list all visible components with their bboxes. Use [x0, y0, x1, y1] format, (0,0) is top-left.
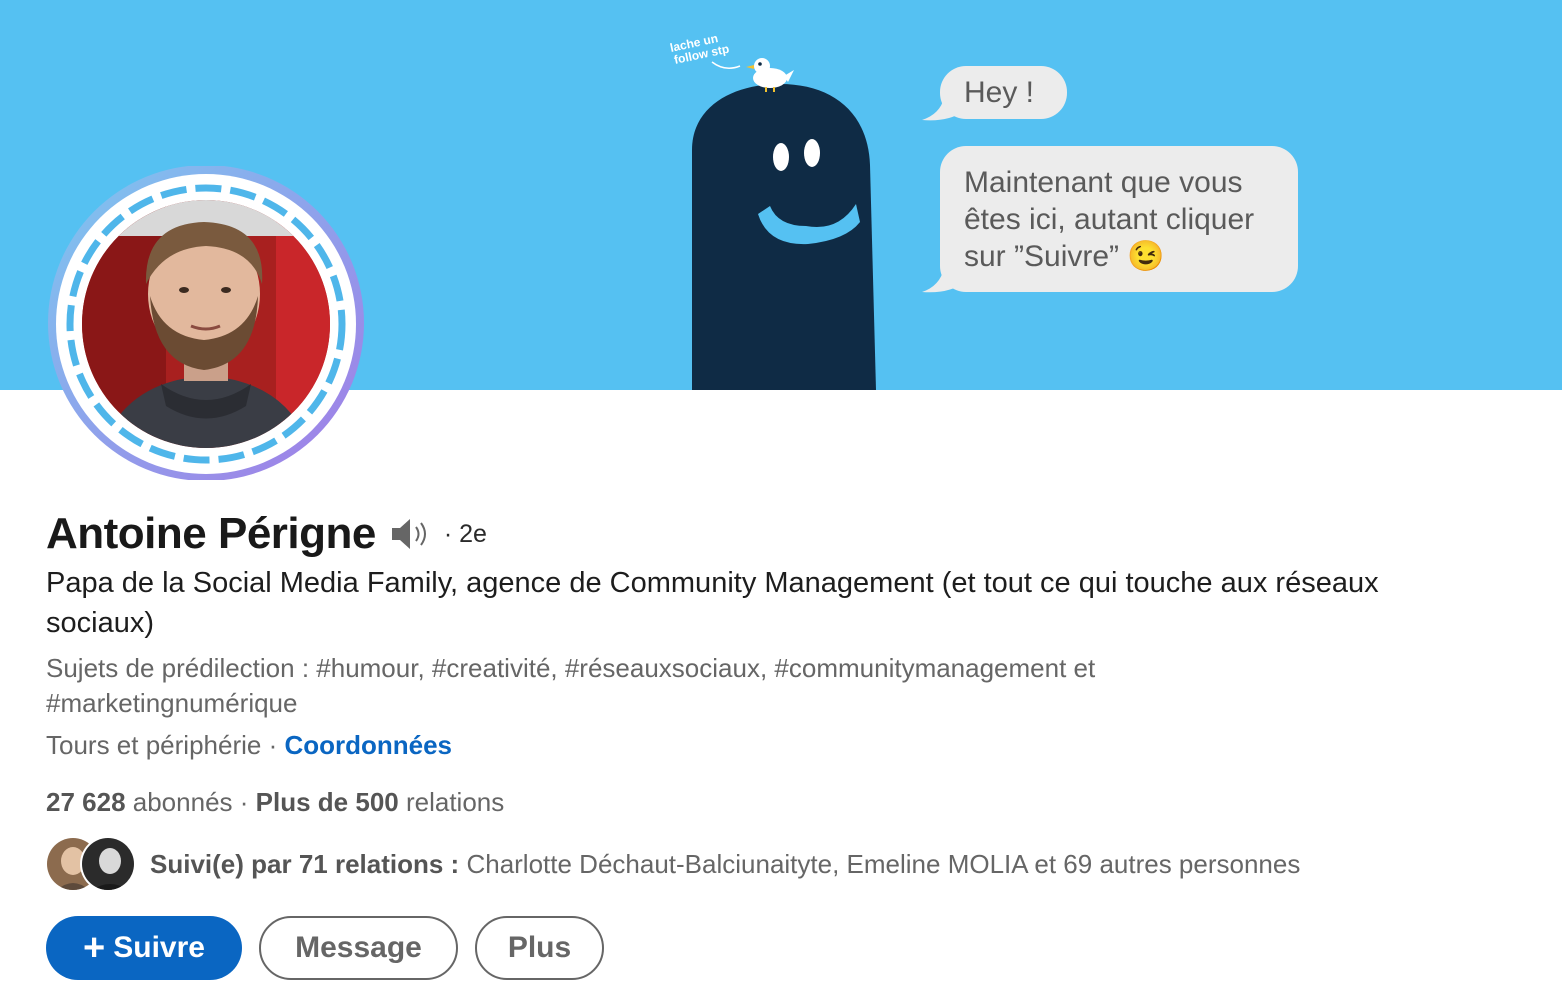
contact-info-link[interactable]: Coordonnées — [284, 730, 452, 760]
stats-separator: · — [239, 787, 256, 817]
follow-button-label: Suivre — [113, 931, 205, 964]
message-button[interactable]: Message — [259, 916, 458, 980]
mutual-avatars[interactable] — [46, 835, 136, 893]
followed-by-count: Suivi(e) par 71 relations : — [150, 848, 460, 879]
name-row: Antoine Périgne · 2e — [46, 505, 1526, 563]
follow-button[interactable]: + Suivre — [46, 916, 242, 980]
stats-row: 27 628 abonnés · Plus de 500 relations — [46, 787, 504, 818]
followers-label: abonnés — [132, 787, 233, 817]
location-row: Tours et périphérie · Coordonnées — [46, 730, 452, 761]
bird-speech-curl — [711, 61, 741, 69]
character-eye-left — [773, 143, 789, 171]
profile-actions: + Suivre Message Plus — [46, 916, 604, 980]
location-text: Tours et périphérie — [46, 730, 262, 760]
followers-count: 27 628 — [46, 787, 126, 817]
profile-avatar[interactable] — [46, 165, 366, 481]
connections-label[interactable]: relations — [406, 787, 504, 817]
speaker-icon[interactable] — [390, 516, 434, 552]
connections-count[interactable]: Plus de 500 — [256, 787, 399, 817]
plus-icon: + — [83, 927, 106, 969]
followed-by-row[interactable]: Suivi(e) par 71 relations : Charlotte Dé… — [46, 834, 1300, 894]
profile-header: Antoine Périgne · 2e — [46, 505, 1526, 563]
profile-headline: Papa de la Social Media Family, agence d… — [46, 567, 1379, 639]
more-button[interactable]: Plus — [475, 916, 604, 980]
speech-bubble-hey: Hey ! — [940, 66, 1067, 119]
avatar-image — [48, 165, 364, 481]
bubble-main-line3: sur ”Suivre” 😉 — [964, 240, 1165, 273]
location-separator: · — [261, 730, 285, 760]
bubble-main-line2: êtes ici, autant cliquer — [964, 203, 1255, 236]
profile-topics: Sujets de prédilection : #humour, #creat… — [46, 653, 1096, 718]
speech-bubble-main: Maintenant que vous êtes ici, autant cli… — [940, 146, 1298, 292]
bubble-main-line1: Maintenant que vous — [964, 166, 1243, 199]
connection-degree: · 2e — [443, 519, 487, 548]
followed-by-text[interactable]: Suivi(e) par 71 relations : Charlotte Dé… — [150, 849, 1300, 880]
bubble-hey-text: Hey ! — [964, 76, 1035, 109]
character-eye-right — [804, 139, 820, 167]
profile-name: Antoine Périgne — [46, 509, 376, 558]
followed-by-names: Charlotte Déchaut-Balciunaityte, Emeline… — [466, 848, 1301, 879]
